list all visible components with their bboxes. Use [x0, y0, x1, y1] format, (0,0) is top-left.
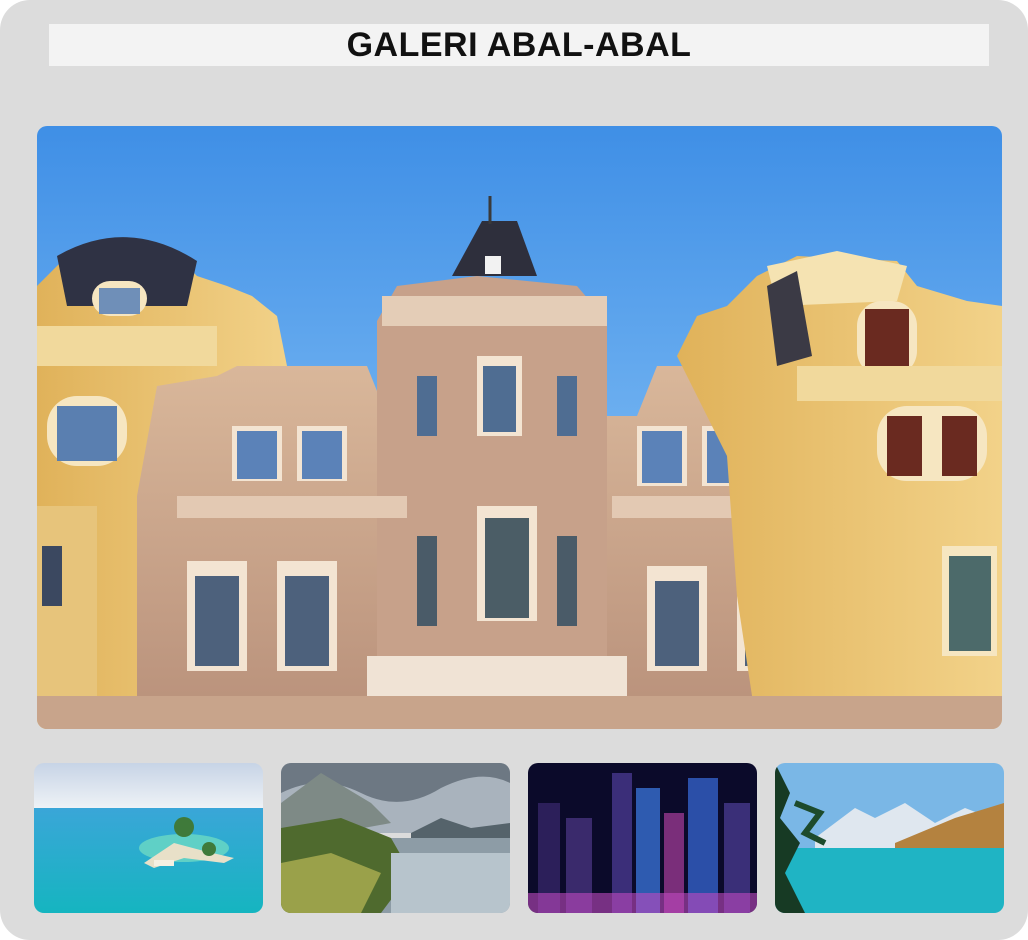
main-image-photo — [37, 126, 1002, 729]
thumbnail-mountain-lake[interactable] — [281, 763, 510, 913]
thumbnail-night-city-photo — [528, 763, 757, 913]
gallery-frame: GALERI ABAL-ABAL — [0, 0, 1028, 940]
thumbnail-mountain-lake-photo — [281, 763, 510, 913]
thumbnail-island-photo — [34, 763, 263, 913]
gallery-title: GALERI ABAL-ABAL — [346, 25, 692, 64]
gallery-header: GALERI ABAL-ABAL — [49, 24, 989, 66]
thumbnail-island[interactable] — [34, 763, 263, 913]
thumbnail-turquoise-lake[interactable] — [775, 763, 1004, 913]
main-image — [37, 126, 1002, 729]
thumbnail-night-city[interactable] — [528, 763, 757, 913]
thumbnail-turquoise-lake-photo — [775, 763, 1004, 913]
